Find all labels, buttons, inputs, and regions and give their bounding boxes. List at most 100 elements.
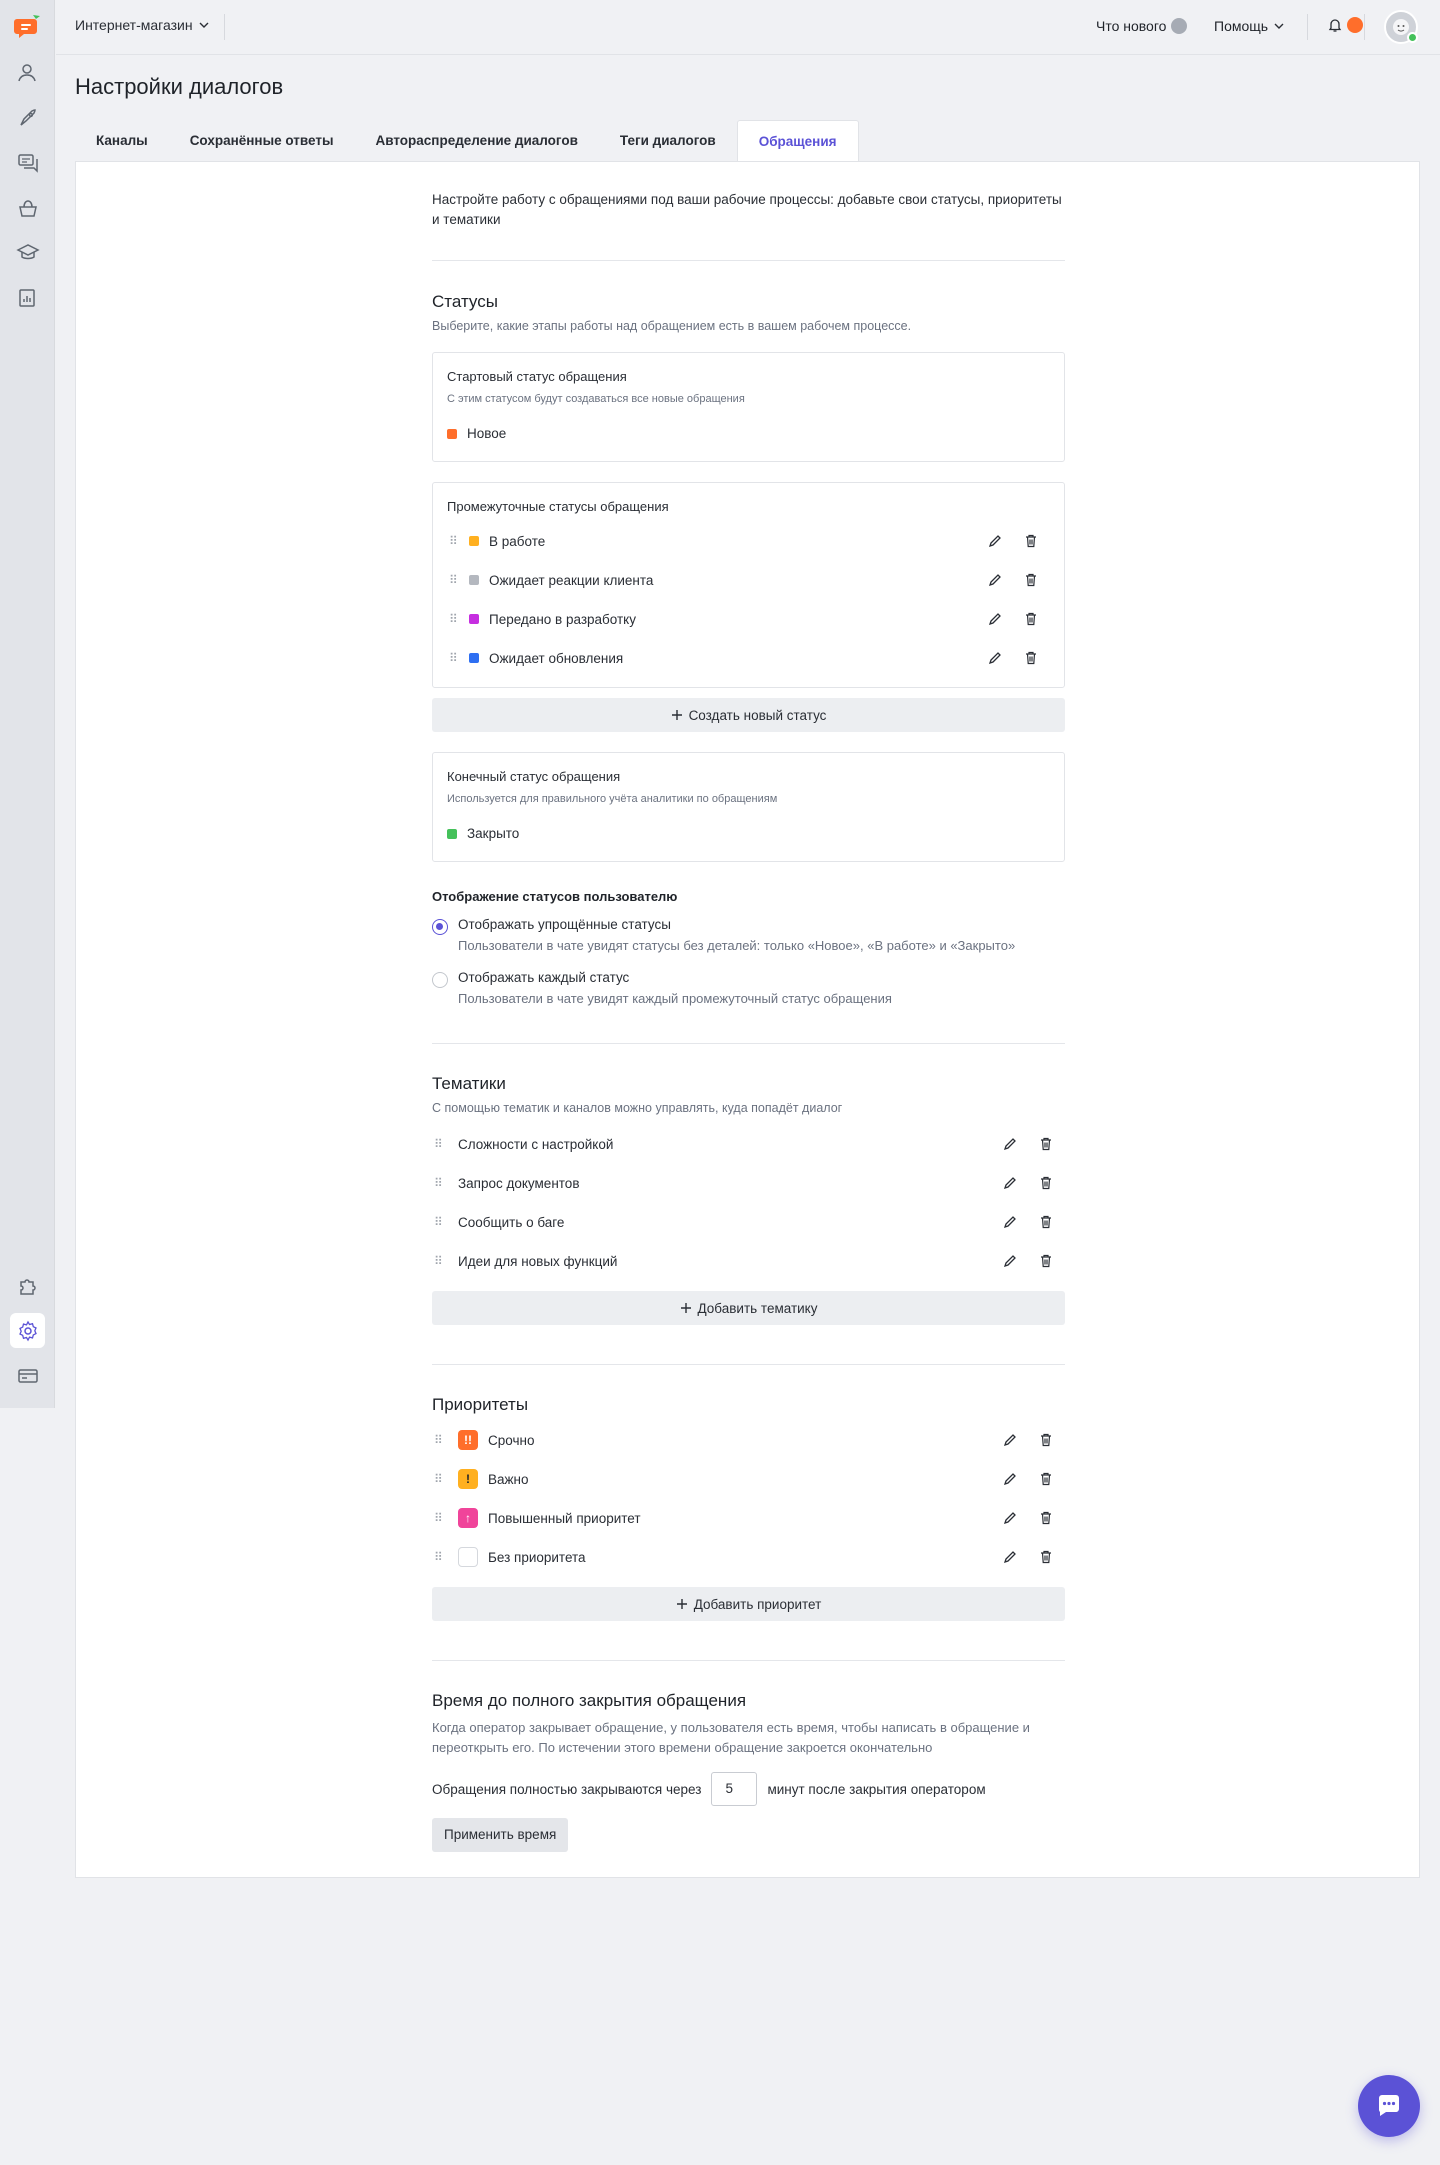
list-item[interactable]: ⠿ В работе (449, 529, 1049, 553)
start-status-box: Стартовый статус обращения С этим статус… (432, 352, 1065, 462)
sidebar-item-settings[interactable] (10, 1313, 45, 1348)
sidebar-item-campaigns[interactable] (10, 100, 45, 135)
sidebar (0, 0, 55, 1408)
edit-icon[interactable] (1002, 1214, 1018, 1230)
add-topic-button[interactable]: Добавить тематику (432, 1291, 1065, 1325)
start-status: Новое (447, 426, 506, 441)
trash-icon[interactable] (1023, 533, 1039, 549)
drag-handle-icon[interactable]: ⠿ (449, 535, 459, 547)
edit-icon[interactable] (987, 611, 1003, 627)
closing-title: Время до полного закрытия обращения (432, 1691, 747, 1710)
trash-icon[interactable] (1038, 1432, 1054, 1448)
tab-auto-assignment[interactable]: Автораспределение диалогов (354, 120, 598, 162)
chevron-down-icon (1274, 23, 1284, 29)
status-color-swatch (447, 428, 457, 439)
whats-new-button[interactable]: Что нового (1096, 18, 1188, 34)
intro-text: Настройте работу с обращениями под ваши … (432, 192, 1062, 227)
list-item[interactable]: ⠿ ↑ Повышенный приоритет (434, 1506, 994, 1530)
add-priority-button[interactable]: Добавить приоритет (432, 1587, 1065, 1621)
topic-name: Запрос документов (458, 1175, 580, 1191)
list-item[interactable]: ⠿ !! Срочно (434, 1428, 994, 1452)
sidebar-item-users[interactable] (10, 55, 45, 90)
list-item[interactable]: ⠿ ! Важно (434, 1467, 994, 1491)
trash-icon[interactable] (1023, 611, 1039, 627)
divider (1364, 14, 1365, 40)
radio-button[interactable] (432, 972, 448, 988)
drag-handle-icon[interactable]: ⠿ (449, 613, 459, 625)
edit-icon[interactable] (1002, 1136, 1018, 1152)
drag-handle-icon[interactable]: ⠿ (434, 1255, 444, 1267)
drag-handle-icon[interactable]: ⠿ (434, 1177, 444, 1189)
statuses-title: Статусы (432, 292, 498, 311)
list-item[interactable]: ⠿ Идеи для новых функций (434, 1249, 994, 1273)
chat-widget-button[interactable] (1358, 2075, 1420, 2137)
trash-icon[interactable] (1038, 1136, 1054, 1152)
closing-minutes-input[interactable]: 5 (711, 1772, 758, 1806)
sidebar-item-dialogs[interactable] (10, 145, 45, 180)
project-switcher[interactable]: Интернет-магазин (75, 17, 209, 33)
list-item[interactable]: ⠿ Сложности с настройкой (434, 1132, 994, 1156)
status-color-swatch (469, 536, 479, 546)
users-icon (17, 63, 36, 81)
edit-icon[interactable] (987, 572, 1003, 588)
create-status-button[interactable]: Создать новый статус (432, 698, 1065, 732)
drag-handle-icon[interactable]: ⠿ (434, 1512, 444, 1524)
list-item[interactable]: ⠿ Ожидает реакции клиента (449, 568, 1049, 592)
list-item[interactable]: ⠿ Запрос документов (434, 1171, 994, 1195)
logo-icon[interactable] (14, 12, 42, 40)
billing-icon (17, 1368, 38, 1383)
notifications-button[interactable] (1327, 17, 1363, 33)
drag-handle-icon[interactable]: ⠿ (434, 1551, 444, 1563)
closing-suffix: минут после закрытия оператором (767, 1781, 986, 1797)
sidebar-item-academy[interactable] (10, 235, 45, 270)
trash-icon[interactable] (1038, 1253, 1054, 1269)
edit-icon[interactable] (987, 533, 1003, 549)
notifications-badge (1347, 17, 1363, 33)
edit-icon[interactable] (1002, 1510, 1018, 1526)
edit-icon[interactable] (1002, 1549, 1018, 1565)
sidebar-item-billing[interactable] (10, 1358, 45, 1393)
tab-saved-replies[interactable]: Сохранённые ответы (169, 120, 355, 162)
radio-simplified-statuses[interactable]: Отображать упрощённые статусы Пользовате… (432, 917, 1015, 953)
status-name: Ожидает обновления (489, 650, 624, 666)
list-item[interactable]: ⠿ Сообщить о баге (434, 1210, 994, 1234)
priority-name: Срочно (488, 1432, 535, 1448)
list-item[interactable]: ⠿ Ожидает обновления (449, 646, 1049, 670)
edit-icon[interactable] (987, 650, 1003, 666)
edit-icon[interactable] (1002, 1471, 1018, 1487)
sidebar-item-integrations[interactable] (10, 1268, 45, 1303)
tab-requests[interactable]: Обращения (736, 120, 859, 162)
radio-every-status[interactable]: Отображать каждый статус Пользователи в … (432, 970, 892, 1006)
help-menu[interactable]: Помощь (1214, 18, 1284, 34)
row-actions (1002, 1136, 1054, 1152)
trash-icon[interactable] (1038, 1471, 1054, 1487)
trash-icon[interactable] (1038, 1175, 1054, 1191)
radio-button[interactable] (432, 919, 448, 935)
trash-icon[interactable] (1038, 1214, 1054, 1230)
tab-dialog-tags[interactable]: Теги диалогов (599, 120, 737, 162)
divider (1307, 14, 1308, 40)
drag-handle-icon[interactable]: ⠿ (434, 1138, 444, 1150)
sidebar-item-knowledge[interactable] (10, 190, 45, 225)
help-label: Помощь (1214, 18, 1269, 34)
trash-icon[interactable] (1023, 572, 1039, 588)
apply-time-button[interactable]: Применить время (432, 1818, 569, 1852)
drag-handle-icon[interactable]: ⠿ (449, 652, 459, 664)
trash-icon[interactable] (1038, 1549, 1054, 1565)
list-item[interactable]: ⠿ Без приоритета (434, 1545, 994, 1569)
trash-icon[interactable] (1023, 650, 1039, 666)
drag-handle-icon[interactable]: ⠿ (434, 1473, 444, 1485)
trash-icon[interactable] (1038, 1510, 1054, 1526)
drag-handle-icon[interactable]: ⠿ (434, 1434, 444, 1446)
edit-icon[interactable] (1002, 1175, 1018, 1191)
graduation-cap-icon (15, 243, 40, 259)
list-item[interactable]: ⠿ Передано в разработку (449, 607, 1049, 631)
edit-icon[interactable] (1002, 1253, 1018, 1269)
drag-handle-icon[interactable]: ⠿ (434, 1216, 444, 1228)
tab-channels[interactable]: Каналы (75, 120, 169, 162)
edit-icon[interactable] (1002, 1432, 1018, 1448)
avatar[interactable] (1384, 10, 1418, 44)
drag-handle-icon[interactable]: ⠿ (449, 574, 459, 586)
sidebar-item-reports[interactable] (10, 280, 45, 315)
bell-icon (1328, 19, 1342, 32)
